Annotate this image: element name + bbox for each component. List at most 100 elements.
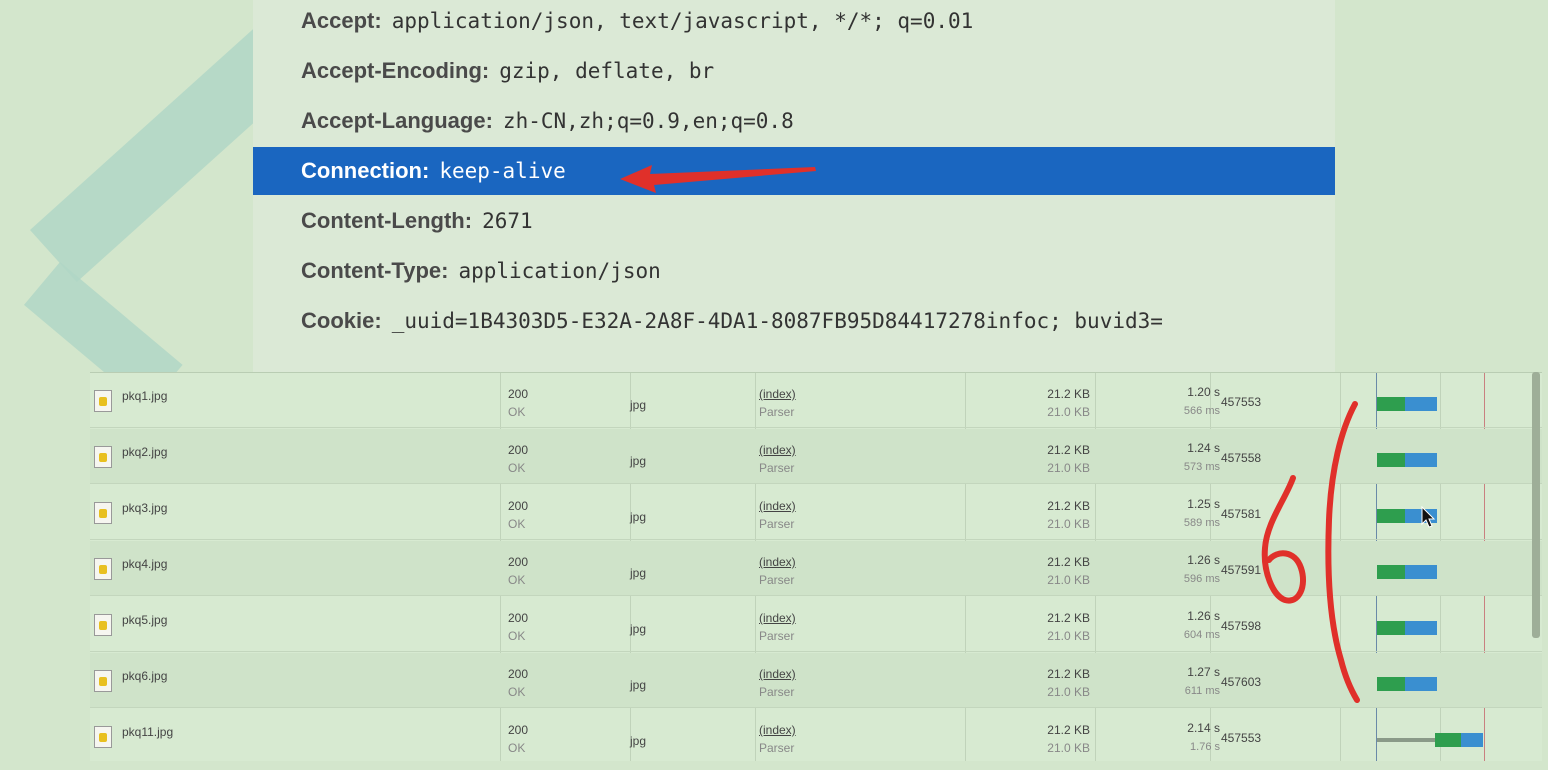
status-text: OK bbox=[508, 461, 526, 475]
waterfall-download bbox=[1405, 565, 1437, 579]
status-code: 200 bbox=[508, 611, 529, 625]
image-file-icon bbox=[94, 726, 112, 748]
image-file-icon bbox=[94, 502, 112, 524]
file-name: pkq3.jpg bbox=[122, 501, 168, 515]
status-text: OK bbox=[508, 685, 526, 699]
resource-type: jpg bbox=[630, 510, 647, 524]
resource-size: 21.0 KB bbox=[1047, 573, 1090, 587]
transfer-size: 21.2 KB bbox=[1047, 667, 1090, 681]
waterfall-waiting bbox=[1377, 565, 1405, 579]
image-file-icon bbox=[94, 558, 112, 580]
transfer-size: 21.2 KB bbox=[1047, 387, 1090, 401]
header-row[interactable]: Content-Length: 2671 bbox=[253, 197, 1335, 245]
status-text: OK bbox=[508, 405, 526, 419]
header-name: Cookie: bbox=[301, 308, 382, 333]
file-name: pkq11.jpg bbox=[122, 725, 174, 739]
status-code: 200 bbox=[508, 723, 529, 737]
header-value: _uuid=1B4303D5-E32A-2A8F-4DA1-8087FB95D8… bbox=[391, 309, 1163, 333]
header-name: Accept-Encoding: bbox=[301, 58, 490, 83]
initiator-link[interactable]: (index) bbox=[759, 723, 796, 737]
status-code: 200 bbox=[508, 443, 529, 457]
waterfall-download bbox=[1405, 621, 1437, 635]
time-total: 2.14 s bbox=[1187, 721, 1220, 735]
image-file-icon bbox=[94, 446, 112, 468]
initiator-link[interactable]: (index) bbox=[759, 667, 796, 681]
waterfall-waiting bbox=[1377, 677, 1405, 691]
initiator-link[interactable]: (index) bbox=[759, 387, 796, 401]
file-name: pkq6.jpg bbox=[122, 669, 168, 683]
header-name: Connection: bbox=[301, 158, 430, 183]
header-row[interactable]: Cookie: _uuid=1B4303D5-E32A-2A8F-4DA1-808… bbox=[253, 297, 1335, 345]
time-total: 1.26 s bbox=[1187, 553, 1220, 567]
red-arrow-annotation bbox=[620, 165, 816, 193]
time-total: 1.26 s bbox=[1187, 609, 1220, 623]
header-name: Content-Length: bbox=[301, 208, 473, 233]
waterfall-waiting bbox=[1377, 509, 1405, 523]
image-file-icon bbox=[94, 614, 112, 636]
status-code: 200 bbox=[508, 555, 529, 569]
time-latency: 596 ms bbox=[1183, 573, 1220, 585]
status-text: OK bbox=[508, 517, 526, 531]
file-name: pkq2.jpg bbox=[122, 445, 168, 459]
time-total: 1.25 s bbox=[1187, 497, 1220, 511]
file-name: pkq4.jpg bbox=[122, 557, 168, 571]
time-latency: 604 ms bbox=[1183, 629, 1220, 641]
initiator-link[interactable]: (index) bbox=[759, 555, 796, 569]
resource-type: jpg bbox=[630, 398, 647, 412]
initiator-sub: Parser bbox=[759, 461, 795, 475]
transfer-size: 21.2 KB bbox=[1047, 555, 1090, 569]
waterfall-waiting bbox=[1377, 453, 1405, 467]
waterfall-download bbox=[1405, 397, 1437, 411]
initiator-sub: Parser bbox=[759, 517, 795, 531]
resource-size: 21.0 KB bbox=[1047, 461, 1090, 475]
header-row[interactable]: Content-Type: application/json bbox=[253, 247, 1335, 295]
waterfall-queued bbox=[1377, 738, 1435, 742]
vertical-scrollbar[interactable] bbox=[1532, 372, 1540, 638]
initiator-link[interactable]: (index) bbox=[759, 443, 796, 457]
header-value: 2671 bbox=[482, 209, 533, 233]
initiator-link[interactable]: (index) bbox=[759, 611, 796, 625]
time-total: 1.27 s bbox=[1187, 665, 1220, 679]
time-latency: 589 ms bbox=[1183, 517, 1220, 529]
header-name: Content-Type: bbox=[301, 258, 449, 283]
header-row[interactable]: Accept-Language: zh-CN,zh;q=0.9,en;q=0.8 bbox=[253, 97, 1335, 145]
transfer-size: 21.2 KB bbox=[1047, 443, 1090, 457]
status-code: 200 bbox=[508, 667, 529, 681]
header-row-partial bbox=[253, 350, 1335, 372]
waterfall-waiting bbox=[1377, 397, 1405, 411]
resource-size: 21.0 KB bbox=[1047, 405, 1090, 419]
initiator-sub: Parser bbox=[759, 741, 795, 755]
header-value: application/json, text/javascript, */*; … bbox=[391, 9, 974, 33]
time-total: 1.24 s bbox=[1187, 441, 1220, 455]
waterfall-download bbox=[1405, 677, 1437, 691]
image-file-icon bbox=[94, 390, 112, 412]
transfer-size: 21.2 KB bbox=[1047, 723, 1090, 737]
header-value: gzip, deflate, br bbox=[499, 59, 715, 83]
resource-type: jpg bbox=[630, 566, 647, 580]
resource-type: jpg bbox=[630, 678, 647, 692]
resource-type: jpg bbox=[630, 622, 647, 636]
network-row[interactable]: pkq11.jpg 200 OK jpg (index) Parser 21.2 KB 21.… bbox=[90, 709, 1542, 761]
resource-type: jpg bbox=[630, 454, 647, 468]
time-latency: 573 ms bbox=[1183, 461, 1220, 473]
resource-size: 21.0 KB bbox=[1047, 517, 1090, 531]
time-latency: 1.76 s bbox=[1190, 741, 1220, 753]
waterfall-download bbox=[1405, 453, 1437, 467]
time-latency: 566 ms bbox=[1183, 405, 1220, 417]
header-value: keep-alive bbox=[439, 159, 566, 183]
header-name: Accept: bbox=[301, 8, 382, 33]
transfer-size: 21.2 KB bbox=[1047, 499, 1090, 513]
waterfall-waiting bbox=[1377, 621, 1405, 635]
header-value: zh-CN,zh;q=0.9,en;q=0.8 bbox=[502, 109, 794, 133]
time-latency: 611 ms bbox=[1184, 685, 1220, 697]
header-row[interactable]: Accept-Encoding: gzip, deflate, br bbox=[253, 47, 1335, 95]
header-row[interactable]: Accept: application/json, text/javascript… bbox=[253, 0, 1335, 45]
mouse-cursor-icon bbox=[1421, 506, 1436, 528]
transfer-size: 21.2 KB bbox=[1047, 611, 1090, 625]
status-text: OK bbox=[508, 573, 526, 587]
waterfall-download bbox=[1461, 733, 1483, 747]
file-name: pkq1.jpg bbox=[122, 389, 168, 403]
resource-size: 21.0 KB bbox=[1047, 741, 1090, 755]
initiator-link[interactable]: (index) bbox=[759, 499, 796, 513]
header-value: application/json bbox=[458, 259, 661, 283]
